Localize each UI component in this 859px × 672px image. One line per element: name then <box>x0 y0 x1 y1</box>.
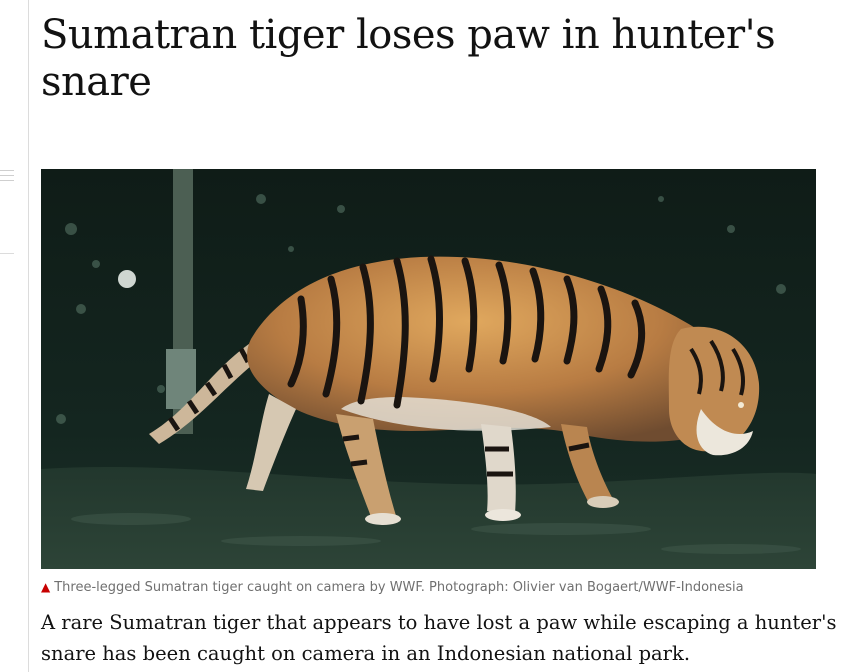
side-divider <box>0 253 14 254</box>
article-standfirst: A rare Sumatran tiger that appears to ha… <box>41 611 837 665</box>
article-page: Sumatran tiger loses paw in hunter's sna… <box>0 0 859 672</box>
caption-text: Three-legged Sumatran tiger caught on ca… <box>54 580 744 595</box>
image-caption: ▲ Three-legged Sumatran tiger caught on c… <box>41 578 841 597</box>
article-photo <box>41 169 816 569</box>
triangle-up-icon: ▲ <box>41 580 51 594</box>
side-menu-icon[interactable] <box>0 170 14 185</box>
article-headline: Sumatran tiger loses paw in hunter's sna… <box>41 12 776 105</box>
left-margin-divider <box>28 0 29 672</box>
